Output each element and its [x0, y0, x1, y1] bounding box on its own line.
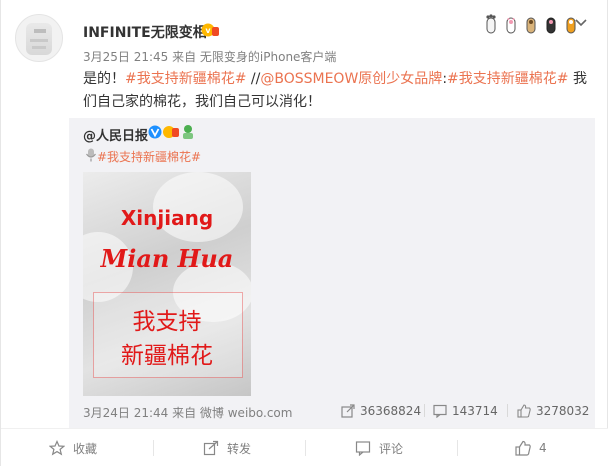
image-text-cn-1: 我支持 — [132, 309, 202, 335]
comment-label: 评论 — [379, 441, 404, 456]
topic-link[interactable]: #我支持新疆棉花# — [447, 71, 568, 87]
forward-button[interactable]: 转发 — [203, 439, 251, 457]
star-icon — [49, 440, 65, 456]
dog-paw-icon[interactable] — [522, 12, 540, 34]
mention-link[interactable]: @BOSSMEOW原创少女品牌 — [260, 71, 442, 87]
post-text-prefix: 是的！ — [83, 71, 125, 87]
comment-count[interactable]: 143714 — [433, 403, 498, 419]
repost-count-value: 36368824 — [360, 404, 422, 418]
image-text-cn-2: 新疆棉花 — [121, 343, 213, 369]
repost-topic-link[interactable]: #我支持新疆棉花# — [97, 148, 201, 165]
verified-icon[interactable] — [148, 125, 162, 139]
like-label: 4 — [539, 441, 547, 455]
comment-button[interactable]: 评论 — [355, 439, 403, 457]
cat-paw-icon[interactable] — [542, 12, 560, 34]
image-text-xinjiang: Xinjiang — [120, 206, 214, 230]
repost-meta: 3月24日 21:44 来自 微博 weibo.com — [83, 406, 293, 420]
forward-icon — [203, 440, 219, 456]
thumbs-up-icon — [515, 440, 531, 456]
image-text-mianhua: Mian Hua — [100, 244, 234, 273]
member-badge-icon[interactable] — [181, 124, 195, 139]
like-count[interactable]: 3278032 — [517, 403, 589, 419]
post-image[interactable]: Xinjiang Mian Hua 我支持 新疆棉花 — [83, 172, 251, 396]
paw-icon[interactable] — [482, 12, 500, 34]
comment-count-value: 143714 — [452, 404, 498, 418]
favorite-label: 收藏 — [73, 441, 98, 456]
post-author[interactable]: INFINITE无限变相 — [83, 22, 207, 42]
repost-author[interactable]: @人民日报 — [83, 125, 148, 144]
action-bar: 收藏 转发 评论 4 — [1, 428, 608, 466]
thumbs-up-icon — [517, 404, 531, 418]
like-button[interactable]: 4 — [515, 439, 547, 457]
like-count-value: 3278032 — [536, 404, 590, 418]
avatar[interactable] — [15, 14, 63, 62]
svg-text:v: v — [205, 26, 211, 35]
weibo-post-card: INFINITE无限变相 v 3月25日 21:45 来自 无限变身的iPhon… — [0, 0, 608, 466]
chevron-down-icon[interactable] — [575, 18, 587, 28]
post-text: 是的！#我支持新疆棉花# //@BOSSMEOW原创少女品牌:#我支持新疆棉花#… — [83, 68, 588, 114]
post-text-middle: // — [246, 71, 261, 87]
topic-link[interactable]: #我支持新疆棉花# — [125, 71, 246, 87]
comment-icon — [433, 404, 447, 418]
favorite-button[interactable]: 收藏 — [49, 439, 97, 457]
post-meta: 3月25日 21:45 来自 无限变身的iPhone客户端 — [83, 50, 337, 64]
comment-icon — [355, 441, 371, 456]
forward-label: 转发 — [227, 441, 252, 456]
share-icon — [341, 404, 355, 418]
cat-paw-icon[interactable] — [502, 12, 520, 34]
vip-badge-icon[interactable] — [163, 125, 179, 139]
emote-strip[interactable] — [482, 12, 580, 34]
vip-badge-icon[interactable]: v — [201, 22, 219, 38]
repost-count[interactable]: 36368824 — [341, 403, 421, 419]
microphone-icon — [86, 148, 96, 162]
